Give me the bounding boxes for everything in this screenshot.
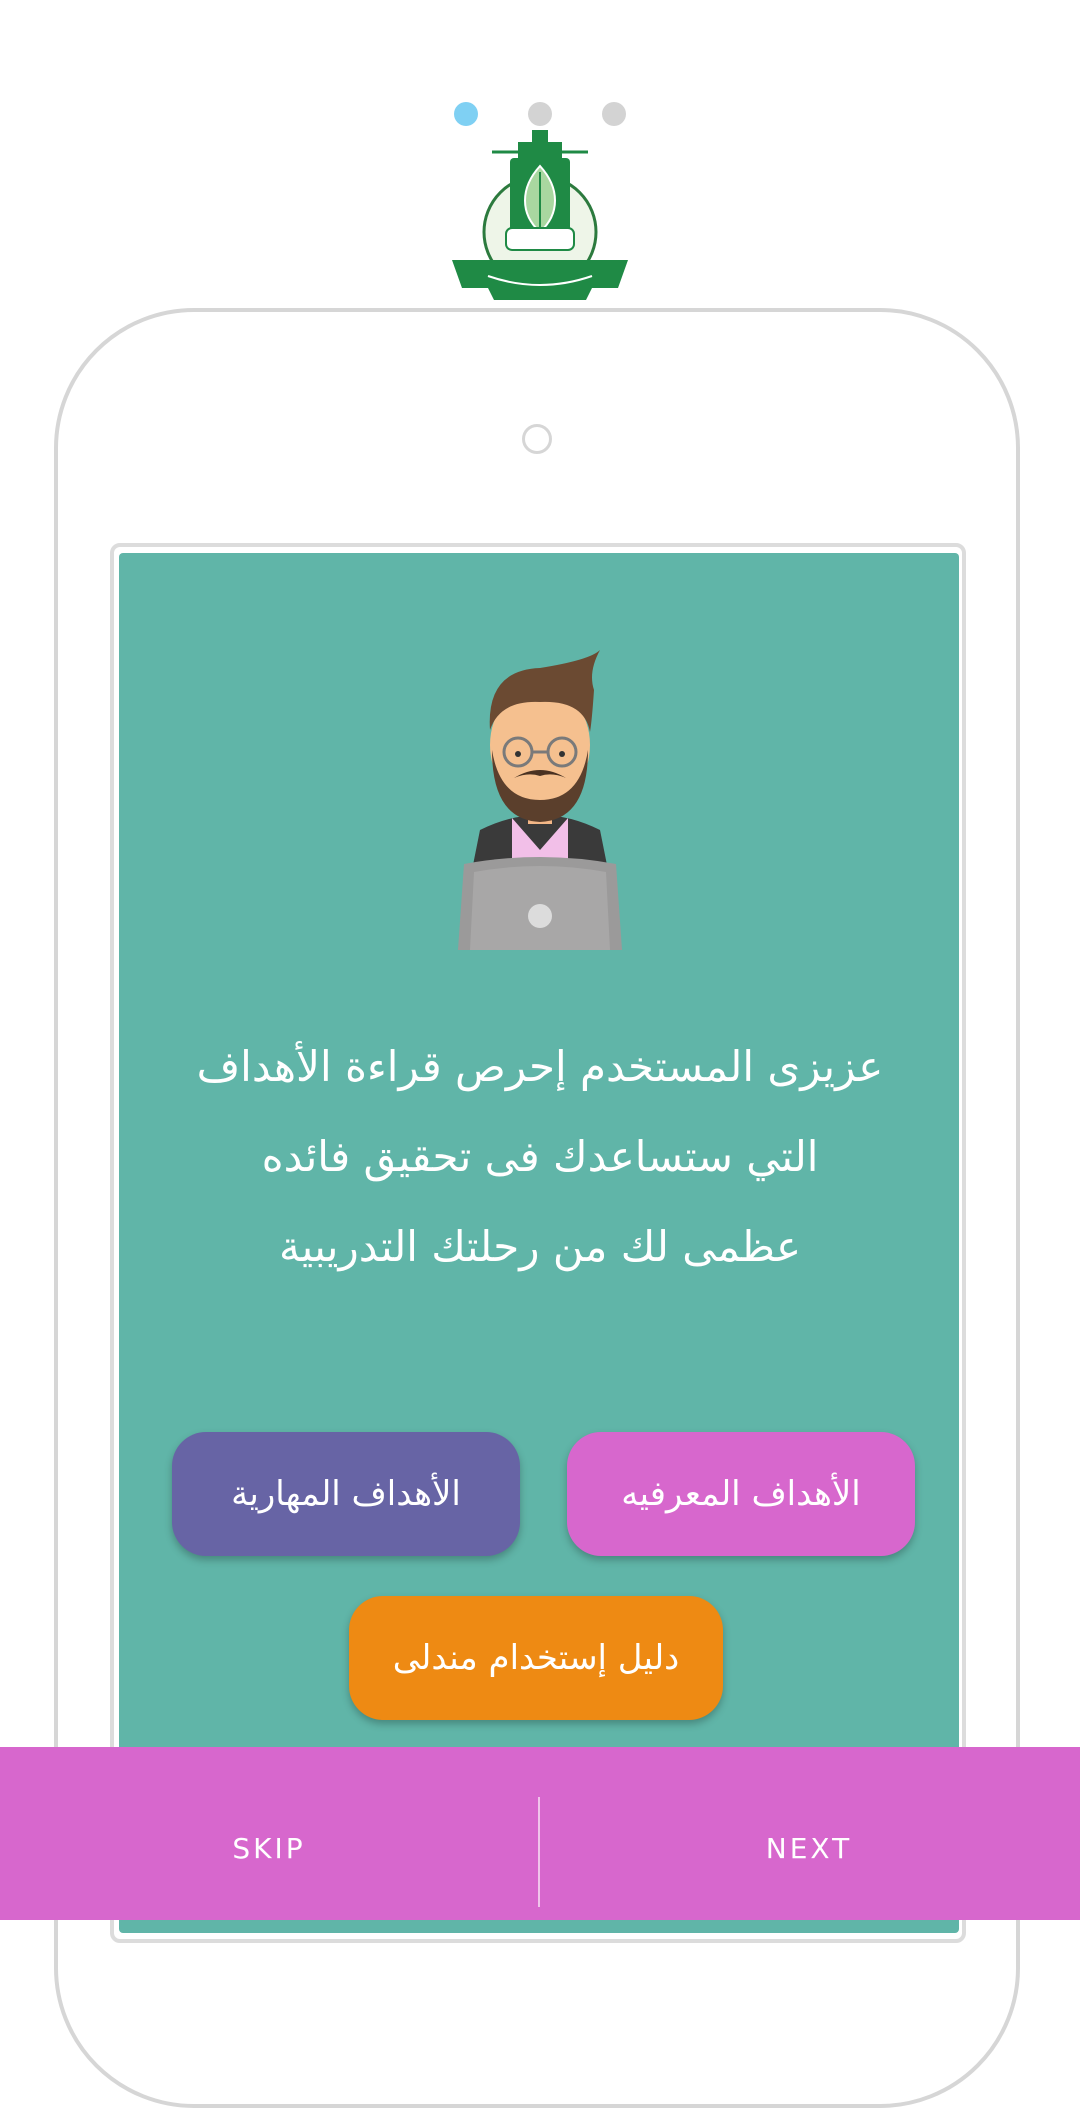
forum-guide-button[interactable]: دليل إستخدام مندلى <box>349 1596 723 1720</box>
skip-button[interactable]: SKIP <box>0 1747 538 1920</box>
page-dot-1[interactable] <box>454 102 478 126</box>
next-button[interactable]: NEXT <box>540 1747 1078 1920</box>
onboarding-message: عزيزى المستخدم إحرص قراءة الأهداف التي س… <box>130 1030 950 1300</box>
phone-camera-icon <box>522 424 552 454</box>
knowledge-goals-button[interactable]: الأهداف المعرفيه <box>567 1432 915 1556</box>
message-line-2: التي ستساعدك فى تحقيق فائده <box>261 1132 819 1181</box>
message-line-1: عزيزى المستخدم إحرص قراءة الأهداف <box>196 1042 884 1091</box>
man-with-laptop-avatar-icon <box>458 650 622 950</box>
page-dot-3[interactable] <box>602 102 626 126</box>
message-line-3: عظمى لك من رحلتك التدريبية <box>278 1222 802 1271</box>
page-dot-2[interactable] <box>528 102 552 126</box>
bottom-navigation-bar: SKIP NEXT <box>0 1747 1080 1920</box>
university-logo-icon <box>452 130 628 300</box>
skills-goals-button[interactable]: الأهداف المهارية <box>172 1432 520 1556</box>
page-indicator <box>0 102 1080 126</box>
